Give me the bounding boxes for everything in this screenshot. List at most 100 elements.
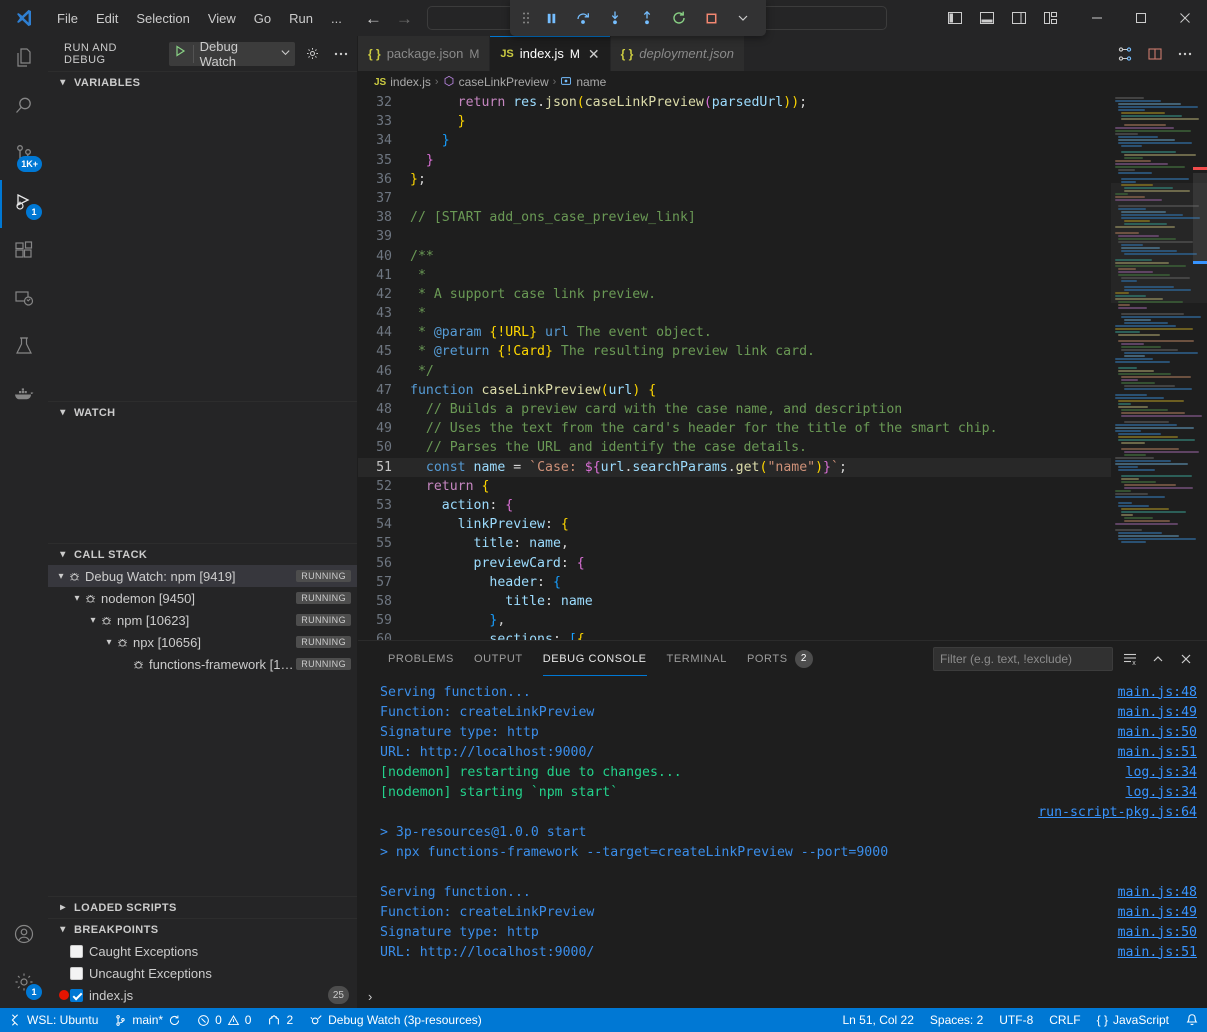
line-number[interactable]: 58 [358,592,410,611]
console-source-link[interactable]: run-script-pkg.js:64 [1038,805,1197,820]
menu-view[interactable]: View [199,7,245,30]
menu-more[interactable]: ... [322,7,351,30]
line-number[interactable]: 46 [358,362,410,381]
tab-package-json[interactable]: { } package.json M [358,36,490,71]
code-line[interactable]: 42 * A support case link preview. [358,285,1111,304]
debug-console-output[interactable]: Serving function...main.js:48Function: c… [358,676,1207,984]
section-header-loaded-scripts[interactable]: ▸ LOADED SCRIPTS [48,896,357,918]
line-number[interactable]: 56 [358,554,410,573]
layout-sidebar-left-icon[interactable] [941,4,969,32]
console-source-link[interactable]: main.js:50 [1118,725,1197,740]
chevron-down-icon[interactable]: ▾ [54,571,68,582]
debug-settings-button[interactable] [301,42,324,66]
code-line[interactable]: 46 */ [358,362,1111,381]
debug-console-input-row[interactable]: › [358,984,1207,1008]
console-source-link[interactable]: main.js:49 [1118,705,1197,720]
line-number[interactable]: 41 [358,266,410,285]
section-header-variables[interactable]: ▾ VARIABLES [48,71,357,93]
chevron-down-icon[interactable]: ▾ [86,615,100,626]
code-line[interactable]: 58 title: name [358,592,1111,611]
section-header-breakpoints[interactable]: ▾ BREAKPOINTS [48,918,357,940]
line-number[interactable]: 45 [358,342,410,361]
restart-button[interactable] [664,4,694,32]
activity-item-docker[interactable] [0,372,48,420]
stop-button[interactable] [696,4,726,32]
close-icon[interactable] [1163,0,1207,36]
activity-item-extensions[interactable] [0,228,48,276]
code-line[interactable]: 47function caseLinkPreview(url) { [358,381,1111,400]
scrollbar-thumb[interactable] [1193,173,1207,263]
breakpoint-checkbox[interactable] [70,945,83,958]
code-line[interactable]: 33 } [358,112,1111,131]
line-number[interactable]: 32 [358,93,410,112]
console-source-link[interactable]: main.js:48 [1118,685,1197,700]
line-number[interactable]: 39 [358,227,410,246]
code-line[interactable]: 34 } [358,131,1111,150]
code-editor[interactable]: 32 return res.json(caseLinkPreview(parse… [358,93,1207,640]
line-number[interactable]: 44 [358,323,410,342]
status-source-control[interactable]: main* [106,1008,189,1032]
code-line[interactable]: 36}; [358,170,1111,189]
activity-item-accounts[interactable] [0,912,48,960]
close-icon[interactable] [1175,648,1197,670]
arrow-right-icon[interactable]: → [396,10,413,27]
status-notifications[interactable] [1177,1008,1207,1032]
console-source-link[interactable]: log.js:34 [1126,785,1197,800]
code-line[interactable]: 60 sections: [{ [358,630,1111,640]
line-number[interactable]: 52 [358,477,410,496]
menu-file[interactable]: File [48,7,87,30]
console-source-link[interactable]: main.js:49 [1118,905,1197,920]
code-line[interactable]: 52 return { [358,477,1111,496]
code-line[interactable]: 39 [358,227,1111,246]
code-line[interactable]: 51 const name = `Case: ${url.searchParam… [358,458,1111,477]
code-line[interactable]: 44 * @param {!URL} url The event object. [358,323,1111,342]
chevron-down-icon[interactable]: ▾ [70,593,84,604]
debug-configuration-selector[interactable]: Debug Watch [169,42,295,66]
code-line[interactable]: 57 header: { [358,573,1111,592]
line-number[interactable]: 36 [358,170,410,189]
step-into-button[interactable] [600,4,630,32]
line-number[interactable]: 53 [358,496,410,515]
maximize-icon[interactable] [1119,0,1163,36]
tab-terminal[interactable]: TERMINAL [657,641,737,676]
code-line[interactable]: 43 * [358,304,1111,323]
tab-output[interactable]: OUTPUT [464,641,533,676]
line-number[interactable]: 55 [358,534,410,553]
clear-all-icon[interactable]: x [1119,648,1141,670]
menu-edit[interactable]: Edit [87,7,127,30]
line-number[interactable]: 34 [358,131,410,150]
status-indentation[interactable]: Spaces: 2 [922,1008,991,1032]
line-number[interactable]: 59 [358,611,410,630]
code-viewport[interactable]: 32 return res.json(caseLinkPreview(parse… [358,93,1111,640]
chevron-down-icon[interactable]: ▾ [102,637,116,648]
code-line[interactable]: 54 linkPreview: { [358,515,1111,534]
breakpoint-checkbox[interactable] [70,989,83,1002]
activity-item-source-control[interactable]: 1K+ [0,132,48,180]
line-number[interactable]: 38 [358,208,410,227]
menu-run[interactable]: Run [280,7,322,30]
activity-item-run-and-debug[interactable]: 1 [0,180,48,228]
console-source-link[interactable]: main.js:51 [1118,745,1197,760]
line-number[interactable]: 43 [358,304,410,323]
status-problems[interactable]: 0 0 [189,1008,259,1032]
code-line[interactable]: 50 // Parses the URL and identify the ca… [358,438,1111,457]
layout-panel-icon[interactable] [973,4,1001,32]
tab-deployment-json[interactable]: { } deployment.json [611,36,745,71]
status-debug-session[interactable]: Debug Watch (3p-resources) [301,1008,490,1032]
activity-item-remote-explorer[interactable] [0,276,48,324]
code-line[interactable]: 37 [358,189,1111,208]
activity-item-explorer[interactable] [0,36,48,84]
console-source-link[interactable]: main.js:51 [1118,945,1197,960]
tab-debug-console[interactable]: DEBUG CONSOLE [533,641,657,676]
chevron-down-icon[interactable] [280,45,291,63]
breakpoint-checkbox[interactable] [70,967,83,980]
line-number[interactable]: 50 [358,438,410,457]
tab-index-js[interactable]: JS index.js M ✕ [490,36,610,71]
line-number[interactable]: 60 [358,630,410,640]
line-number[interactable]: 47 [358,381,410,400]
status-language-mode[interactable]: { } JavaScript [1089,1008,1177,1032]
line-number[interactable]: 42 [358,285,410,304]
status-ports[interactable]: 2 [259,1008,301,1032]
breakpoint-row[interactable]: Caught Exceptions [48,940,357,962]
console-source-link[interactable]: log.js:34 [1126,765,1197,780]
